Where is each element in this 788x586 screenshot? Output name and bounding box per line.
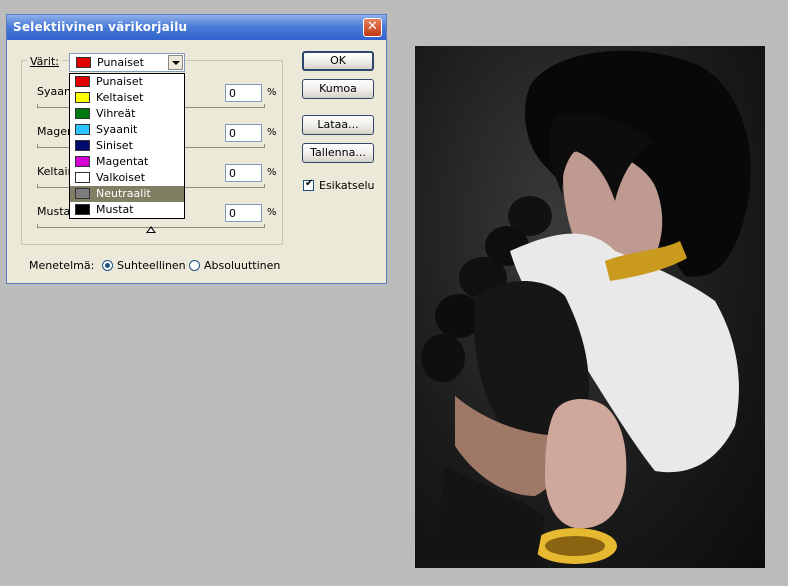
color-option-yellows[interactable]: Keltaiset bbox=[70, 90, 184, 106]
colors-select[interactable]: Punaiset bbox=[69, 53, 185, 72]
color-option-blues[interactable]: Siniset bbox=[70, 138, 184, 154]
relative-label: Suhteellinen bbox=[117, 259, 186, 272]
magenta-unit: % bbox=[267, 127, 277, 138]
black-input[interactable]: 0 bbox=[225, 204, 262, 222]
load-button[interactable]: Lataa... bbox=[302, 115, 374, 135]
cyan-input[interactable]: 0 bbox=[225, 84, 262, 102]
color-option-blacks[interactable]: Mustat bbox=[70, 202, 184, 218]
cancel-button[interactable]: Kumoa bbox=[302, 79, 374, 99]
absolute-label: Absoluuttinen bbox=[204, 259, 281, 272]
colors-dropdown-list: Punaiset Keltaiset Vihreät Syaanit Sinis… bbox=[69, 73, 185, 219]
title-bar[interactable]: Selektiivinen värikorjailu ✕ bbox=[7, 15, 386, 40]
yellow-unit: % bbox=[267, 167, 277, 178]
color-option-label: Mustat bbox=[96, 203, 134, 216]
color-option-label: Keltaiset bbox=[96, 91, 144, 104]
black-label: Musta bbox=[37, 205, 71, 218]
color-swatch bbox=[75, 172, 90, 183]
color-option-cyans[interactable]: Syaanit bbox=[70, 122, 184, 138]
color-option-magentas[interactable]: Magentat bbox=[70, 154, 184, 170]
color-swatch bbox=[75, 108, 90, 119]
relative-radio[interactable] bbox=[102, 260, 113, 271]
preview-checkbox[interactable]: ✔ bbox=[303, 178, 314, 191]
color-swatch bbox=[75, 76, 90, 87]
magenta-input[interactable]: 0 bbox=[225, 124, 262, 142]
colors-label: Värit: bbox=[27, 55, 63, 68]
color-swatch bbox=[75, 140, 90, 151]
color-swatch bbox=[75, 188, 90, 199]
dialog-title: Selektiivinen värikorjailu bbox=[13, 20, 188, 34]
color-option-label: Vihreät bbox=[96, 107, 136, 120]
selected-color-label: Punaiset bbox=[97, 56, 144, 69]
close-button[interactable]: ✕ bbox=[363, 18, 382, 37]
save-button[interactable]: Tallenna... bbox=[302, 143, 374, 163]
selected-color-swatch bbox=[76, 57, 91, 68]
method-label: Menetelmä: bbox=[29, 259, 95, 272]
cyan-label: Syaan bbox=[37, 85, 71, 98]
black-slider-thumb[interactable] bbox=[146, 226, 156, 233]
color-option-reds[interactable]: Punaiset bbox=[70, 74, 184, 90]
color-option-label: Punaiset bbox=[96, 75, 143, 88]
radio-selected-dot bbox=[105, 263, 110, 268]
photo-preview bbox=[415, 46, 765, 568]
color-option-whites[interactable]: Valkoiset bbox=[70, 170, 184, 186]
color-option-label: Neutraalit bbox=[96, 187, 151, 200]
color-option-label: Magentat bbox=[96, 155, 149, 168]
cyan-unit: % bbox=[267, 87, 277, 98]
portrait-image bbox=[421, 50, 751, 568]
color-option-label: Siniset bbox=[96, 139, 133, 152]
color-option-label: Valkoiset bbox=[96, 171, 146, 184]
color-swatch bbox=[75, 156, 90, 167]
close-icon: ✕ bbox=[367, 19, 378, 34]
yellow-input[interactable]: 0 bbox=[225, 164, 262, 182]
ok-button[interactable]: OK bbox=[302, 51, 374, 71]
preview-label: Esikatselu bbox=[319, 179, 375, 192]
checkmark-icon: ✔ bbox=[305, 178, 314, 189]
absolute-radio[interactable] bbox=[189, 260, 200, 271]
selective-color-dialog: Selektiivinen värikorjailu ✕ Värit: Puna… bbox=[6, 14, 387, 284]
black-unit: % bbox=[267, 207, 277, 218]
color-option-greens[interactable]: Vihreät bbox=[70, 106, 184, 122]
color-swatch bbox=[75, 124, 90, 135]
color-option-label: Syaanit bbox=[96, 123, 138, 136]
color-option-neutrals[interactable]: Neutraalit bbox=[70, 186, 184, 202]
chevron-down-icon[interactable] bbox=[168, 55, 183, 70]
color-swatch bbox=[75, 92, 90, 103]
color-swatch bbox=[75, 204, 90, 215]
